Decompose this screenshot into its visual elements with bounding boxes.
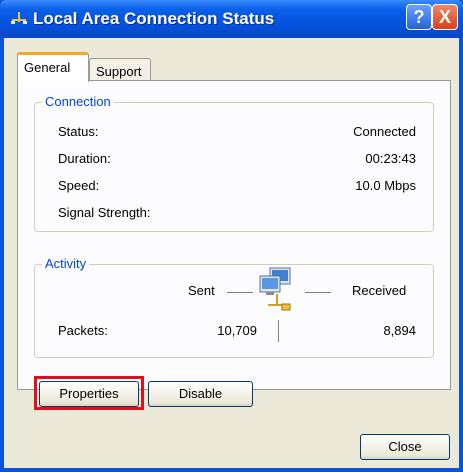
network-connection-icon [11, 12, 27, 24]
packets-received-value: 8,894 [383, 323, 416, 338]
properties-button[interactable]: Properties [39, 381, 139, 407]
status-value: Connected [353, 124, 416, 139]
close-icon: X [438, 7, 451, 27]
dialog-window: Local Area Connection Status ? X General… [0, 0, 463, 472]
help-button[interactable]: ? [406, 4, 432, 30]
help-icon: ? [413, 7, 425, 27]
signal-strength-label: Signal Strength: [58, 205, 151, 220]
packets-label: Packets: [58, 323, 108, 338]
sent-connector-line [227, 292, 253, 293]
packets-divider [278, 320, 279, 342]
tab-support-label: Support [96, 64, 142, 79]
duration-value: 00:23:43 [365, 151, 416, 166]
network-computers-icon [259, 267, 291, 311]
tab-general-label: General [24, 60, 71, 75]
received-connector-line [305, 292, 331, 293]
window-title: Local Area Connection Status [33, 9, 275, 28]
duration-label: Duration: [58, 151, 111, 166]
disable-button[interactable]: Disable [148, 381, 253, 407]
status-label: Status: [58, 124, 99, 139]
sent-label: Sent [188, 283, 215, 298]
speed-value: 10.0 Mbps [355, 178, 416, 193]
connection-legend: Connection [42, 94, 114, 109]
title-bar[interactable]: Local Area Connection Status ? X [0, 0, 463, 38]
speed-label: Speed: [58, 178, 100, 193]
title-close-button[interactable]: X [432, 4, 458, 30]
received-label: Received [352, 283, 407, 298]
activity-legend: Activity [42, 256, 90, 271]
packets-sent-value: 10,709 [217, 323, 257, 338]
tab-general[interactable]: General [17, 52, 89, 82]
activity-group: Activity [34, 256, 434, 358]
close-button[interactable]: Close [360, 434, 450, 460]
